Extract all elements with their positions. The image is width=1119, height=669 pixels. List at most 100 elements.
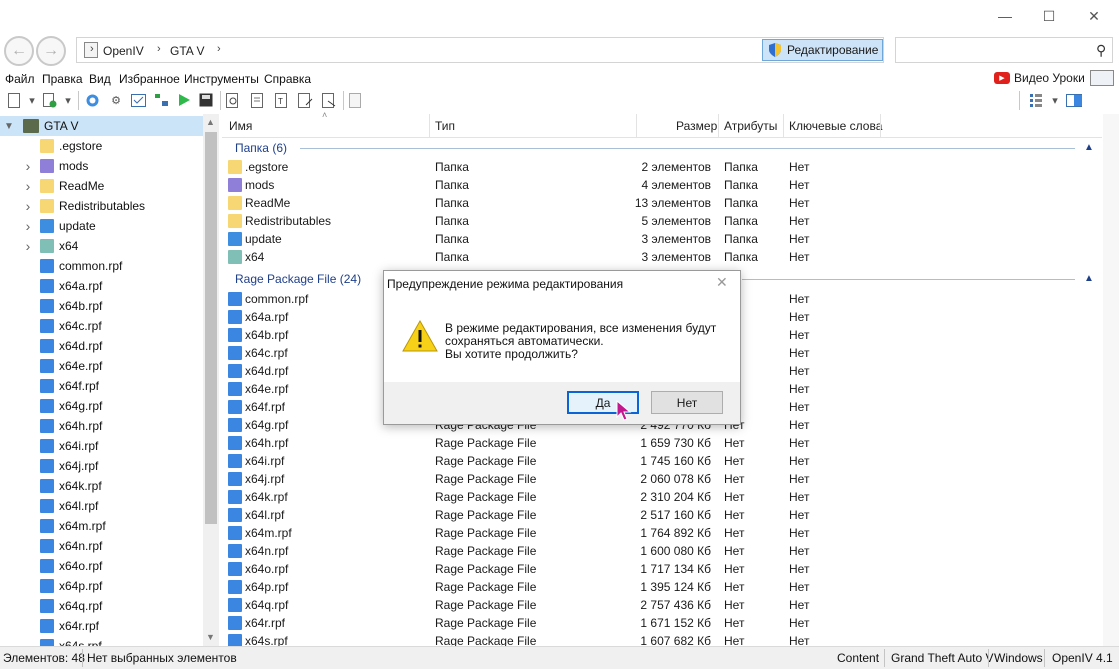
tree-item[interactable]: x64o.rpf: [0, 556, 203, 576]
chevron-right-icon[interactable]: ›: [22, 218, 34, 234]
column-keywords[interactable]: Ключевые слова: [789, 119, 882, 133]
menu-help[interactable]: Справка: [264, 72, 311, 86]
menu-view[interactable]: Вид: [89, 72, 111, 86]
chevron-down-icon[interactable]: ▼: [3, 121, 15, 132]
tree-view-icon[interactable]: [153, 92, 169, 108]
table-row[interactable]: ReadMe Папка 13 элементов Папка Нет: [222, 194, 1102, 212]
tree-item[interactable]: x64h.rpf: [0, 416, 203, 436]
close-window-button[interactable]: ✕: [1071, 0, 1117, 32]
tree-item[interactable]: › ReadMe: [0, 176, 203, 196]
search-icon[interactable]: ⚲: [1096, 42, 1106, 59]
dropdown-arrow-icon[interactable]: ▾: [24, 92, 40, 108]
column-separator[interactable]: [783, 114, 784, 138]
preview-pane-icon[interactable]: [1066, 92, 1082, 108]
new-file-icon[interactable]: [6, 92, 22, 108]
tree-item[interactable]: x64f.rpf: [0, 376, 203, 396]
menu-edit[interactable]: Правка: [42, 72, 83, 86]
chevron-right-icon[interactable]: ›: [22, 198, 34, 214]
table-row[interactable]: Redistributables Папка 5 элементов Папка Нет: [222, 212, 1102, 230]
list-scrollbar[interactable]: [1103, 114, 1119, 646]
refresh-icon[interactable]: [84, 92, 100, 108]
dropdown-arrow-icon[interactable]: ▾: [60, 92, 76, 108]
keyboard-icon[interactable]: [1090, 70, 1114, 86]
table-row[interactable]: x64r.rpf Rage Package File 1 671 152 Кб Нет…: [222, 614, 1102, 632]
minimize-button[interactable]: —: [982, 0, 1028, 32]
save-icon[interactable]: [198, 92, 214, 108]
table-row[interactable]: x64l.rpf Rage Package File 2 517 160 Кб Нет…: [222, 506, 1102, 524]
tree-item[interactable]: x64b.rpf: [0, 296, 203, 316]
tree-item[interactable]: x64g.rpf: [0, 396, 203, 416]
play-icon[interactable]: [176, 92, 192, 108]
extract-icon[interactable]: [348, 92, 364, 108]
table-row[interactable]: update Папка 3 элементов Папка Нет: [222, 230, 1102, 248]
table-row[interactable]: x64n.rpf Rage Package File 1 600 080 Кб Нет…: [222, 542, 1102, 560]
scroll-down-icon[interactable]: ▼: [206, 632, 215, 642]
import-icon[interactable]: [297, 92, 313, 108]
tree-item[interactable]: › mods: [0, 156, 203, 176]
table-row[interactable]: x64p.rpf Rage Package File 1 395 124 Кб Нет…: [222, 578, 1102, 596]
tree-item[interactable]: x64i.rpf: [0, 436, 203, 456]
tree-item[interactable]: common.rpf: [0, 256, 203, 276]
tree-item[interactable]: › x64: [0, 236, 203, 256]
table-row[interactable]: x64m.rpf Rage Package File 1 764 892 Кб Нет…: [222, 524, 1102, 542]
dropdown-arrow-icon[interactable]: ▾: [1047, 92, 1063, 108]
tree-item[interactable]: x64a.rpf: [0, 276, 203, 296]
tree-item[interactable]: › update: [0, 216, 203, 236]
column-separator[interactable]: [880, 114, 881, 138]
tree-item[interactable]: x64s.rpf: [0, 636, 203, 646]
edit-mode-button[interactable]: Редактирование: [762, 39, 883, 61]
chevron-up-icon[interactable]: ▲: [1084, 142, 1094, 153]
dialog-close-button[interactable]: ✕: [716, 274, 728, 291]
tree-root[interactable]: ▼ GTA V: [0, 116, 203, 136]
scroll-up-icon[interactable]: ▲: [206, 117, 215, 127]
tree-scrollbar-thumb[interactable]: [205, 132, 217, 524]
column-name[interactable]: Имя: [229, 119, 252, 133]
column-separator[interactable]: [636, 114, 637, 138]
group-header-rpf[interactable]: Rage Package File (24): [235, 272, 361, 286]
back-button[interactable]: ←: [4, 36, 34, 66]
tree-item[interactable]: x64m.rpf: [0, 516, 203, 536]
menu-favorites[interactable]: Избранное: [119, 72, 180, 86]
tree-item[interactable]: x64q.rpf: [0, 596, 203, 616]
tree-item[interactable]: › Redistributables: [0, 196, 203, 216]
chevron-right-icon[interactable]: ›: [22, 158, 34, 174]
chevron-right-icon[interactable]: ›: [22, 178, 34, 194]
search-input[interactable]: [895, 37, 1113, 63]
tree-item[interactable]: x64k.rpf: [0, 476, 203, 496]
menu-file[interactable]: Файл: [5, 72, 35, 86]
group-header-folders[interactable]: Папка (6): [235, 141, 287, 155]
table-row[interactable]: x64h.rpf Rage Package File 1 659 730 Кб Нет…: [222, 434, 1102, 452]
tree-item[interactable]: x64l.rpf: [0, 496, 203, 516]
tree-item[interactable]: x64p.rpf: [0, 576, 203, 596]
tree-item[interactable]: .egstore: [0, 136, 203, 156]
view-mode-icon[interactable]: [1028, 92, 1044, 108]
settings-icon[interactable]: ⚙: [108, 92, 124, 108]
search-file-icon[interactable]: [225, 92, 241, 108]
breadcrumb-gtav[interactable]: GTA V: [170, 44, 204, 58]
column-separator[interactable]: [429, 114, 430, 138]
table-row[interactable]: x64 Папка 3 элементов Папка Нет: [222, 248, 1102, 266]
maximize-button[interactable]: ☐: [1026, 0, 1072, 32]
column-attributes[interactable]: Атрибуты: [724, 119, 777, 133]
tree-item[interactable]: x64j.rpf: [0, 456, 203, 476]
tree-item[interactable]: x64r.rpf: [0, 616, 203, 636]
table-row[interactable]: .egstore Папка 2 элементов Папка Нет: [222, 158, 1102, 176]
table-row[interactable]: x64q.rpf Rage Package File 2 757 436 Кб Нет…: [222, 596, 1102, 614]
chevron-up-icon[interactable]: ▲: [1084, 273, 1094, 284]
export-icon[interactable]: [321, 92, 337, 108]
menu-tools[interactable]: Инструменты: [184, 72, 259, 86]
tree-item[interactable]: x64c.rpf: [0, 316, 203, 336]
tree-item[interactable]: x64d.rpf: [0, 336, 203, 356]
table-row[interactable]: x64j.rpf Rage Package File 2 060 078 Кб Нет…: [222, 470, 1102, 488]
chevron-right-icon[interactable]: ›: [22, 238, 34, 254]
table-row[interactable]: x64k.rpf Rage Package File 2 310 204 Кб Нет…: [222, 488, 1102, 506]
tree-item[interactable]: x64e.rpf: [0, 356, 203, 376]
table-row[interactable]: x64i.rpf Rage Package File 1 745 160 Кб Нет…: [222, 452, 1102, 470]
text-file-icon[interactable]: T: [273, 92, 289, 108]
column-separator[interactable]: [718, 114, 719, 138]
checklist-icon[interactable]: [130, 92, 146, 108]
document-icon[interactable]: [249, 92, 265, 108]
no-button[interactable]: Нет: [651, 391, 723, 414]
column-size[interactable]: Размер: [676, 119, 717, 133]
column-type[interactable]: Тип: [435, 119, 455, 133]
